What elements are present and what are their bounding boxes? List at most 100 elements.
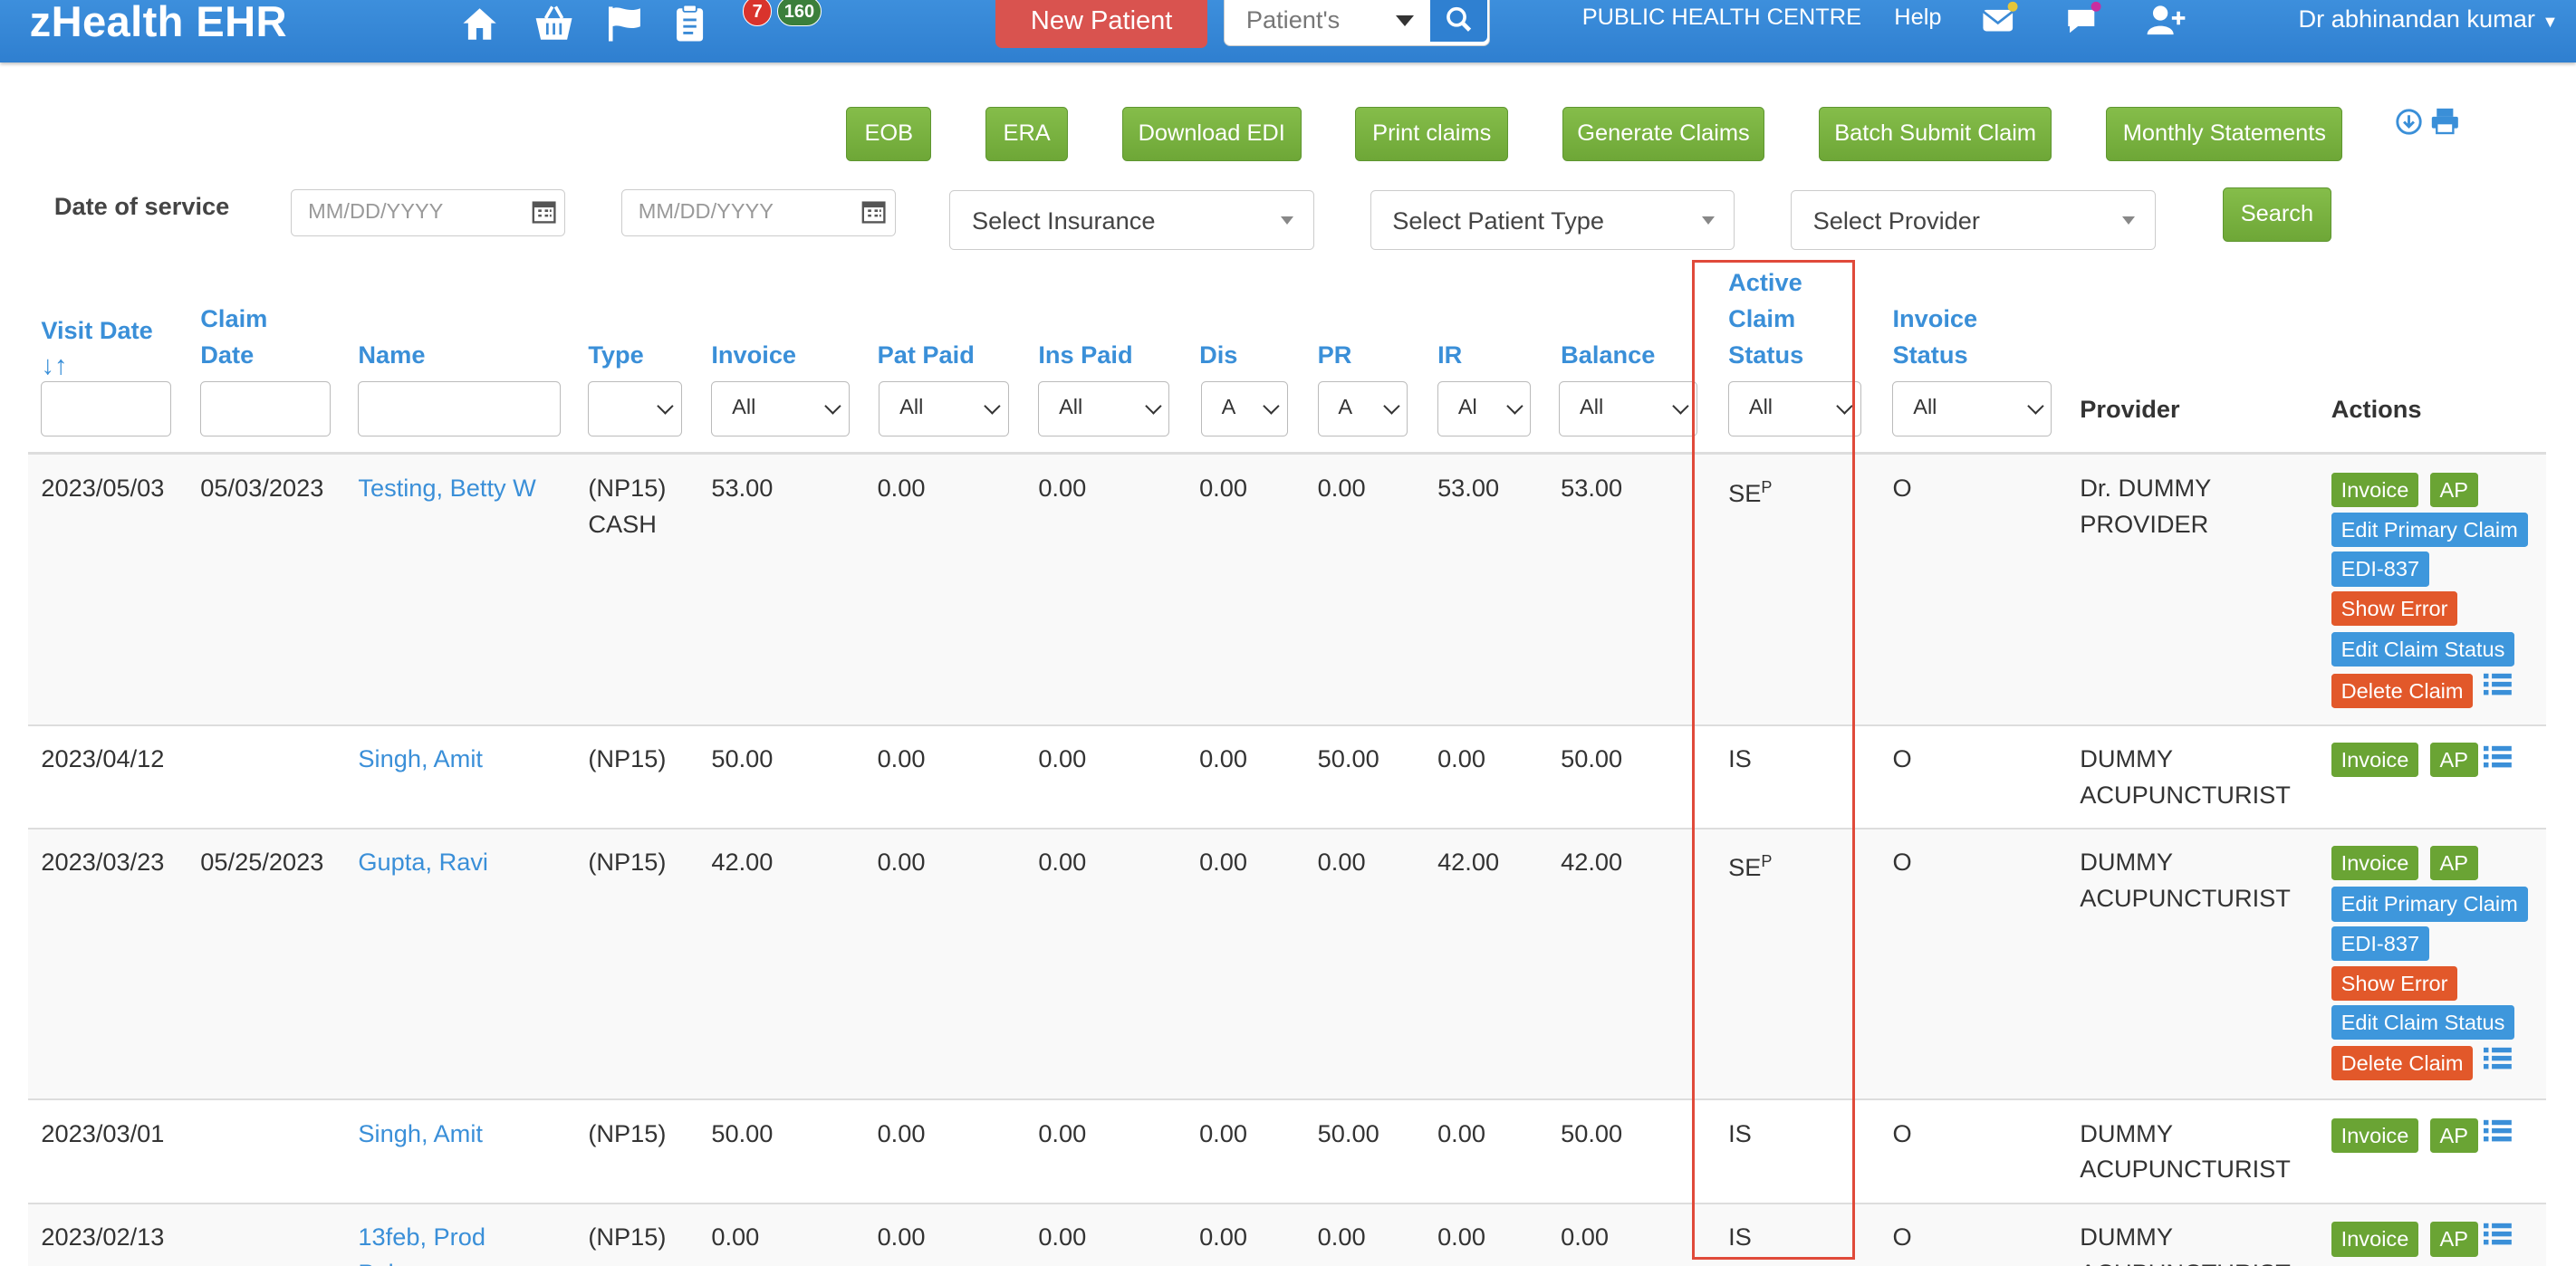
patient-search[interactable]: Patient's	[1224, 0, 1491, 46]
invoice-status-filter-select[interactable]: All	[1892, 380, 2052, 437]
patient-name-link[interactable]: Gupta, Ravi	[358, 844, 488, 880]
date-from-input[interactable]: MM/DD/YYYY	[291, 188, 565, 237]
patient-name-link[interactable]: Singh, Amit	[358, 741, 483, 777]
chevron-down-icon	[2027, 398, 2044, 415]
claim-date-filter-input[interactable]	[200, 380, 331, 437]
delete-claim-button[interactable]: Delete Claim	[2331, 673, 2474, 708]
edit-claim-status-button[interactable]: Edit Claim Status	[2331, 632, 2515, 667]
edit-primary-claim-button[interactable]: Edit Primary Claim	[2331, 887, 2528, 922]
row-divider	[27, 1098, 2547, 1101]
invoice-filter-select[interactable]: All	[711, 380, 850, 437]
header-claim-date[interactable]: Claim Date	[200, 301, 267, 373]
list-icon[interactable]	[2484, 744, 2513, 769]
patient-search-input[interactable]: Patient's	[1246, 5, 1340, 34]
era-button[interactable]: ERA	[985, 106, 1068, 161]
clipboard-icon[interactable]	[668, 2, 711, 44]
invoice-filter-value: All	[732, 395, 756, 419]
header-balance[interactable]: Balance	[1561, 337, 1655, 373]
invoice-button[interactable]: Invoice	[2331, 742, 2419, 777]
show-error-button[interactable]: Show Error	[2331, 590, 2458, 627]
search-button[interactable]: Search	[2223, 187, 2331, 242]
edit-primary-claim-button[interactable]: Edit Primary Claim	[2331, 512, 2528, 547]
delete-claim-button[interactable]: Delete Claim	[2331, 1046, 2474, 1081]
show-error-button[interactable]: Show Error	[2331, 965, 2458, 1001]
envelope-icon[interactable]	[1978, 0, 2021, 43]
batch-submit-claim-button[interactable]: Batch Submit Claim	[1818, 106, 2052, 161]
edit-claim-status-button[interactable]: Edit Claim Status	[2331, 1005, 2515, 1041]
list-icon[interactable]	[2484, 1118, 2513, 1143]
home-icon[interactable]	[458, 2, 501, 44]
patient-name-link[interactable]: Testing, Betty W	[358, 470, 535, 506]
ap-button[interactable]: AP	[2429, 846, 2478, 881]
date-from-placeholder: MM/DD/YYYY	[308, 199, 444, 224]
edi-837-button[interactable]: EDI-837	[2331, 926, 2429, 962]
provider-select[interactable]: Select Provider	[1791, 190, 2156, 250]
insurance-select[interactable]: Select Insurance	[949, 190, 1315, 250]
brand-logo[interactable]: zHealth EHR	[30, 0, 287, 46]
chat-icon[interactable]	[2062, 0, 2104, 43]
pat-paid-cell: 0.00	[877, 473, 926, 502]
patient-type-select[interactable]: Select Patient Type	[1370, 190, 1735, 250]
type-filter-select[interactable]	[588, 380, 682, 437]
patient-name-link[interactable]: 13feb, Prod Pal	[358, 1219, 485, 1266]
download-edi-button[interactable]: Download EDI	[1121, 106, 1302, 161]
chevron-down-icon[interactable]	[1395, 15, 1414, 26]
balance-filter-select[interactable]: All	[1559, 380, 1697, 437]
patient-name-link[interactable]: Singh, Amit	[358, 1116, 483, 1152]
invoice-button[interactable]: Invoice	[2331, 846, 2419, 881]
ins-paid-cell: 0.00	[1038, 1222, 1087, 1251]
calendar-icon[interactable]	[861, 199, 886, 225]
user-menu[interactable]: Dr abhinandan kumar ▼	[2299, 5, 2559, 34]
print-claims-button[interactable]: Print claims	[1355, 106, 1509, 161]
ap-button[interactable]: AP	[2429, 1118, 2478, 1154]
ins-paid-filter-select[interactable]: All	[1038, 380, 1170, 437]
ap-button[interactable]: AP	[2429, 473, 2478, 508]
flag-icon[interactable]	[604, 2, 647, 44]
centre-name[interactable]: PUBLIC HEALTH CENTRE	[1582, 5, 1861, 31]
calendar-icon[interactable]	[532, 199, 556, 225]
header-name[interactable]: Name	[358, 337, 425, 373]
header-ir[interactable]: IR	[1437, 337, 1462, 373]
pat-paid-filter-select[interactable]: All	[879, 380, 1009, 437]
header-dis[interactable]: Dis	[1199, 337, 1237, 373]
search-button[interactable]	[1429, 0, 1488, 43]
add-user-icon[interactable]	[2144, 0, 2187, 43]
eob-button[interactable]: EOB	[846, 106, 932, 161]
list-icon[interactable]	[2484, 672, 2513, 696]
notification-badge-red[interactable]: 7	[742, 0, 773, 27]
ap-button[interactable]: AP	[2429, 742, 2478, 777]
edi-837-button[interactable]: EDI-837	[2331, 551, 2429, 587]
download-icon[interactable]	[2395, 109, 2422, 135]
monthly-statements-button[interactable]: Monthly Statements	[2106, 106, 2343, 161]
header-pr[interactable]: PR	[1318, 337, 1352, 373]
header-invoice[interactable]: Invoice	[711, 337, 796, 373]
print-icon[interactable]	[2430, 107, 2460, 135]
help-link[interactable]: Help	[1894, 5, 1941, 31]
list-icon[interactable]	[2484, 1222, 2513, 1246]
header-pat-paid[interactable]: Pat Paid	[878, 337, 975, 373]
name-filter-input[interactable]	[358, 380, 561, 437]
provider-select-value: Select Provider	[1812, 206, 1980, 235]
basket-icon[interactable]	[533, 2, 575, 44]
provider-cell: DUMMY ACUPUNCTURIST	[2080, 844, 2291, 916]
ap-button[interactable]: AP	[2429, 1222, 2478, 1257]
generate-claims-button[interactable]: Generate Claims	[1562, 106, 1765, 161]
list-icon[interactable]	[2484, 1046, 2513, 1070]
invoice-button[interactable]: Invoice	[2331, 1222, 2419, 1257]
date-to-input[interactable]: MM/DD/YYYY	[620, 188, 896, 237]
notification-badge-green[interactable]: 160	[776, 0, 822, 27]
visit-date-filter-input[interactable]	[41, 380, 171, 437]
invoice-button[interactable]: Invoice	[2331, 1118, 2419, 1154]
dis-filter-select[interactable]: A	[1200, 380, 1288, 437]
header-ins-paid[interactable]: Ins Paid	[1038, 337, 1132, 373]
pr-filter-select[interactable]: A	[1317, 380, 1408, 437]
dis-cell: 0.00	[1199, 848, 1247, 877]
ir-cell: 0.00	[1437, 1118, 1485, 1147]
new-patient-button[interactable]: New Patient	[995, 0, 1208, 48]
header-type[interactable]: Type	[588, 337, 643, 373]
invoice-button[interactable]: Invoice	[2331, 473, 2419, 508]
header-visit-date[interactable]: Visit Date ↓↑	[41, 312, 152, 385]
sort-icon[interactable]: ↓↑	[41, 349, 152, 385]
header-invoice-status[interactable]: Invoice Status	[1892, 301, 1977, 373]
ir-filter-select[interactable]: Al	[1437, 380, 1532, 437]
